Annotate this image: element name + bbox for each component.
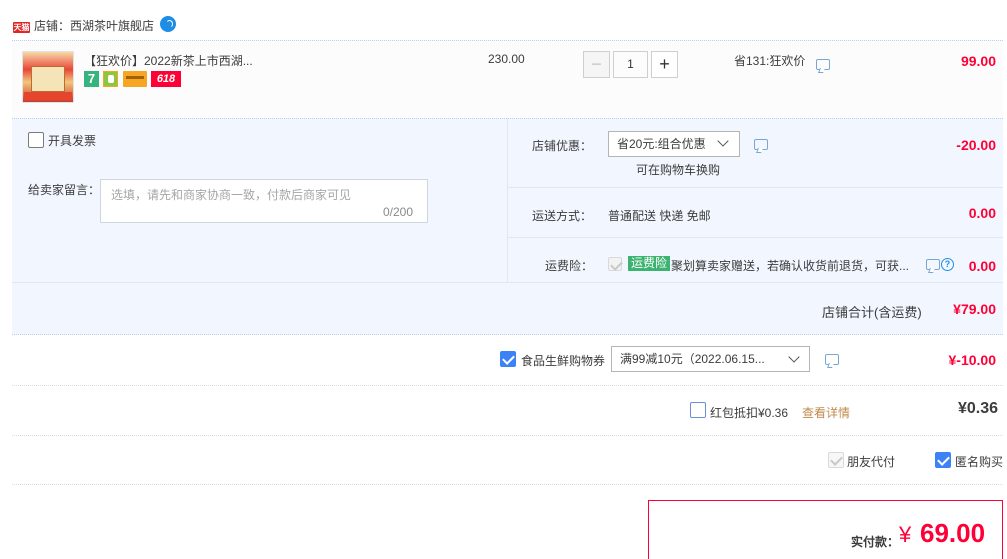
payment-currency: ¥ (899, 522, 912, 547)
product-thumbnail[interactable] (22, 51, 74, 103)
chat-icon[interactable] (160, 16, 176, 32)
shop-discount-selected: 省20元:组合优惠 (617, 137, 706, 151)
row-divider (12, 282, 1003, 283)
invoice-label: 开具发票 (48, 134, 97, 148)
freight-insurance-value: 0.00 (968, 258, 996, 274)
coupon-checkbox[interactable] (500, 351, 516, 367)
shop-total-label: 店铺合计(含运费) (822, 305, 922, 320)
payment-amount: 69.00 (920, 518, 986, 548)
coupon-selected: 满99减10元（2022.06.15... (620, 352, 765, 366)
seven-day-return-icon: 7 (84, 71, 99, 87)
shipping-label: 运送方式： (532, 209, 593, 223)
shop-name[interactable]: 店铺：西湖茶叶旗舰店 (34, 18, 154, 34)
guarantee-icon (103, 71, 118, 87)
promo-info-icon[interactable] (816, 59, 830, 70)
red-packet-checkbox[interactable] (690, 402, 706, 418)
quantity-increase-button[interactable]: + (651, 51, 678, 78)
message-label: 给卖家留言： (28, 183, 101, 197)
thumbnail-box-graphic (31, 66, 65, 92)
shop-total-value: ¥79.00 (953, 301, 996, 317)
coupon-label: 食品生鲜购物券 (521, 354, 606, 368)
section-divider (12, 435, 1003, 436)
panel-divider (507, 118, 508, 282)
shipping-value: 0.00 (968, 205, 996, 221)
anonymous-label: 匿名购买 (955, 455, 1004, 469)
red-packet-value: ¥0.36 (957, 400, 998, 417)
unit-price: 230.00 (488, 52, 525, 66)
shop-discount-note: 可在购物车换购 (636, 163, 721, 177)
red-packet-label: 红包抵扣¥0.36 (710, 406, 789, 420)
message-char-counter: 0/200 (383, 205, 414, 219)
shop-discount-label: 店铺优惠： (532, 139, 593, 153)
friend-pay-label: 朋友代付 (847, 455, 896, 469)
coupon-info-icon[interactable] (825, 354, 839, 365)
red-packet-details-link[interactable]: 查看详情 (802, 404, 850, 421)
shipping-method: 普通配送 快递 免邮 (608, 209, 711, 223)
section-divider (12, 385, 1003, 386)
freight-insurance-label: 运费险： (545, 259, 594, 273)
invoice-checkbox[interactable] (28, 132, 44, 148)
row-divider (507, 187, 1003, 188)
promo-618-icon: 618 (151, 71, 181, 87)
credit-card-icon (123, 71, 147, 87)
row-divider (507, 237, 1003, 238)
insurance-info-icon[interactable] (926, 259, 940, 270)
help-icon[interactable]: ? (941, 258, 954, 271)
freight-insurance-text: 聚划算卖家赠送，若确认收货前退货，可获... (671, 259, 910, 273)
freight-insurance-checkbox (608, 257, 622, 271)
thumbnail-tag-graphic (24, 92, 72, 100)
tmall-badge: 天猫 (13, 22, 30, 33)
quantity-input[interactable]: 1 (613, 51, 648, 78)
coupon-select[interactable]: 满99减10元（2022.06.15... (611, 346, 810, 372)
section-divider (12, 484, 1003, 485)
discount-info-icon[interactable] (754, 139, 768, 150)
freight-insurance-tag: 运费险 (628, 256, 671, 271)
quantity-decrease-button[interactable]: − (583, 51, 610, 78)
item-total: 99.00 (960, 53, 996, 69)
anonymous-checkbox[interactable] (935, 452, 951, 468)
seller-message-input[interactable]: 选填，请先和商家协商一致，付款后商家可见 (100, 179, 428, 223)
friend-pay-checkbox[interactable] (828, 452, 844, 468)
item-promo-text: 省131:狂欢价 (734, 54, 806, 68)
item-title[interactable]: 【狂欢价】2022新茶上市西湖... (84, 52, 253, 69)
shop-discount-value: -20.00 (956, 137, 996, 153)
coupon-value: ¥-10.00 (948, 352, 996, 368)
payment-label: 实付款： (851, 535, 900, 549)
